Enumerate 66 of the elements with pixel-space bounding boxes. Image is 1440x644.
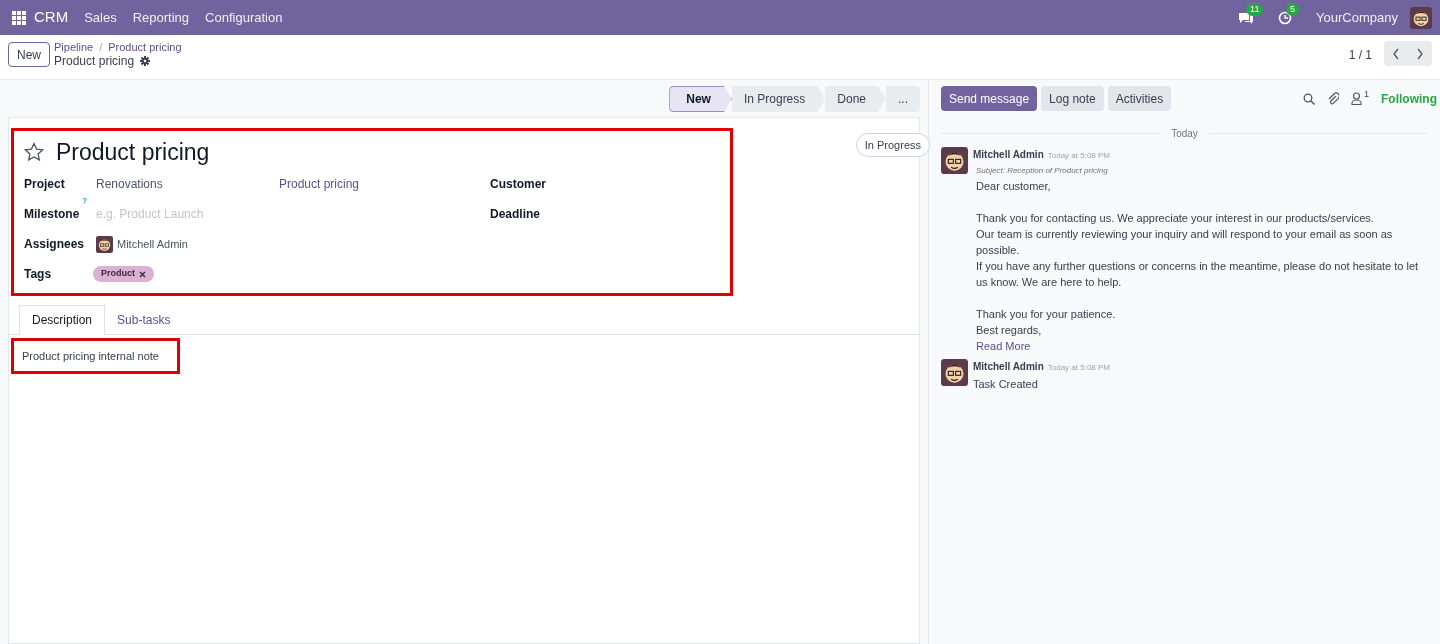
message-text: Our team is currently reviewing your inquiry and will respond to your email as soon as possible. bbox=[976, 227, 1394, 258]
clock-icon[interactable] bbox=[1278, 10, 1293, 25]
field-label: Customer bbox=[490, 176, 546, 193]
assignee-name[interactable]: Mitchell Admin bbox=[117, 235, 188, 253]
field-label: Deadline bbox=[490, 206, 540, 223]
close-icon bbox=[139, 270, 146, 278]
menu-item[interactable]: Reporting bbox=[132, 7, 190, 28]
count-badge: 11 bbox=[1246, 2, 1264, 16]
breadcrumb-separator: / bbox=[99, 41, 103, 54]
task-title: Product pricing bbox=[56, 137, 210, 167]
stage-button[interactable]: In Progress bbox=[731, 86, 826, 112]
person-icon[interactable] bbox=[1351, 92, 1362, 105]
field-label: Assignees bbox=[24, 236, 85, 253]
chatter-button[interactable]: Send message bbox=[941, 86, 1038, 111]
field-label: Project bbox=[24, 176, 65, 193]
gear-icon[interactable] bbox=[140, 56, 151, 66]
avatar-icon bbox=[1410, 6, 1432, 29]
date-separator: Today bbox=[1170, 127, 1199, 141]
app-name[interactable]: CRM bbox=[34, 6, 69, 29]
message-subject: Subject: Reception of Product pricing bbox=[976, 165, 1109, 177]
breadcrumb-link[interactable]: Pipeline bbox=[54, 41, 94, 54]
stage-button[interactable]: ... bbox=[886, 86, 920, 112]
previous-button[interactable] bbox=[1384, 41, 1408, 66]
app-grid-icon[interactable] bbox=[12, 10, 26, 25]
tab[interactable]: Description bbox=[19, 305, 106, 335]
author-name: Mitchell Admin bbox=[973, 148, 1044, 162]
next-button[interactable] bbox=[1408, 41, 1432, 66]
followers-count: 1 bbox=[1364, 89, 1369, 99]
field-label: Tags bbox=[24, 266, 52, 283]
new-button[interactable]: New bbox=[8, 42, 50, 67]
menu-item[interactable]: Configuration bbox=[205, 7, 283, 28]
author-name: Mitchell Admin bbox=[973, 360, 1044, 374]
tab[interactable]: Sub-tasks bbox=[105, 305, 183, 335]
paperclip-icon[interactable] bbox=[1327, 91, 1339, 106]
menu-item[interactable]: Sales bbox=[84, 7, 117, 28]
message-text: Thank you for your patience. bbox=[976, 307, 1117, 322]
read-more-link[interactable]: Read More bbox=[976, 338, 1428, 354]
breadcrumb-link[interactable]: Product pricing bbox=[108, 41, 182, 54]
message-text: Dear customer, bbox=[976, 179, 1052, 194]
stage-button[interactable]: Done bbox=[825, 86, 886, 112]
avatar-icon bbox=[941, 359, 968, 386]
chatter-button[interactable]: Activities bbox=[1107, 86, 1172, 111]
description-text: Product pricing internal note bbox=[22, 348, 159, 364]
count-badge: 5 bbox=[1286, 2, 1300, 16]
company-name[interactable]: YourCompany bbox=[1316, 7, 1398, 28]
message-text: Thank you for contacting us. We appreciate your interest in our products/services. bbox=[976, 211, 1375, 226]
field-label: Milestone bbox=[24, 206, 80, 223]
tag-chip[interactable]: Product bbox=[93, 266, 154, 282]
state-button[interactable]: In Progress bbox=[855, 133, 930, 157]
avatar-icon bbox=[941, 147, 968, 174]
chatter-button[interactable]: Log note bbox=[1041, 86, 1104, 111]
message-text: If you have any further questions or concerns in the meantime, please do not hesitate to let us know. We are here to help. bbox=[976, 259, 1420, 290]
star-icon[interactable] bbox=[24, 142, 44, 162]
record-title: Product pricing bbox=[54, 54, 135, 68]
field-link[interactable]: Product pricing bbox=[279, 175, 360, 193]
message-text: Task Created bbox=[973, 377, 1039, 392]
message-time: Today at 5:08 PM bbox=[1047, 362, 1110, 374]
message-time: Today at 5:08 PM bbox=[1047, 150, 1110, 162]
milestone-input[interactable]: e.g. Product Launch bbox=[96, 205, 276, 223]
message-text: Best regards, bbox=[976, 323, 1043, 338]
pager-value: 1 / 1 bbox=[1348, 47, 1372, 64]
stage-button[interactable]: New bbox=[669, 86, 732, 112]
chat-icon[interactable] bbox=[1238, 10, 1255, 25]
search-icon[interactable] bbox=[1303, 92, 1315, 105]
avatar-icon bbox=[96, 235, 113, 253]
field-value[interactable]: Renovations bbox=[96, 175, 279, 193]
